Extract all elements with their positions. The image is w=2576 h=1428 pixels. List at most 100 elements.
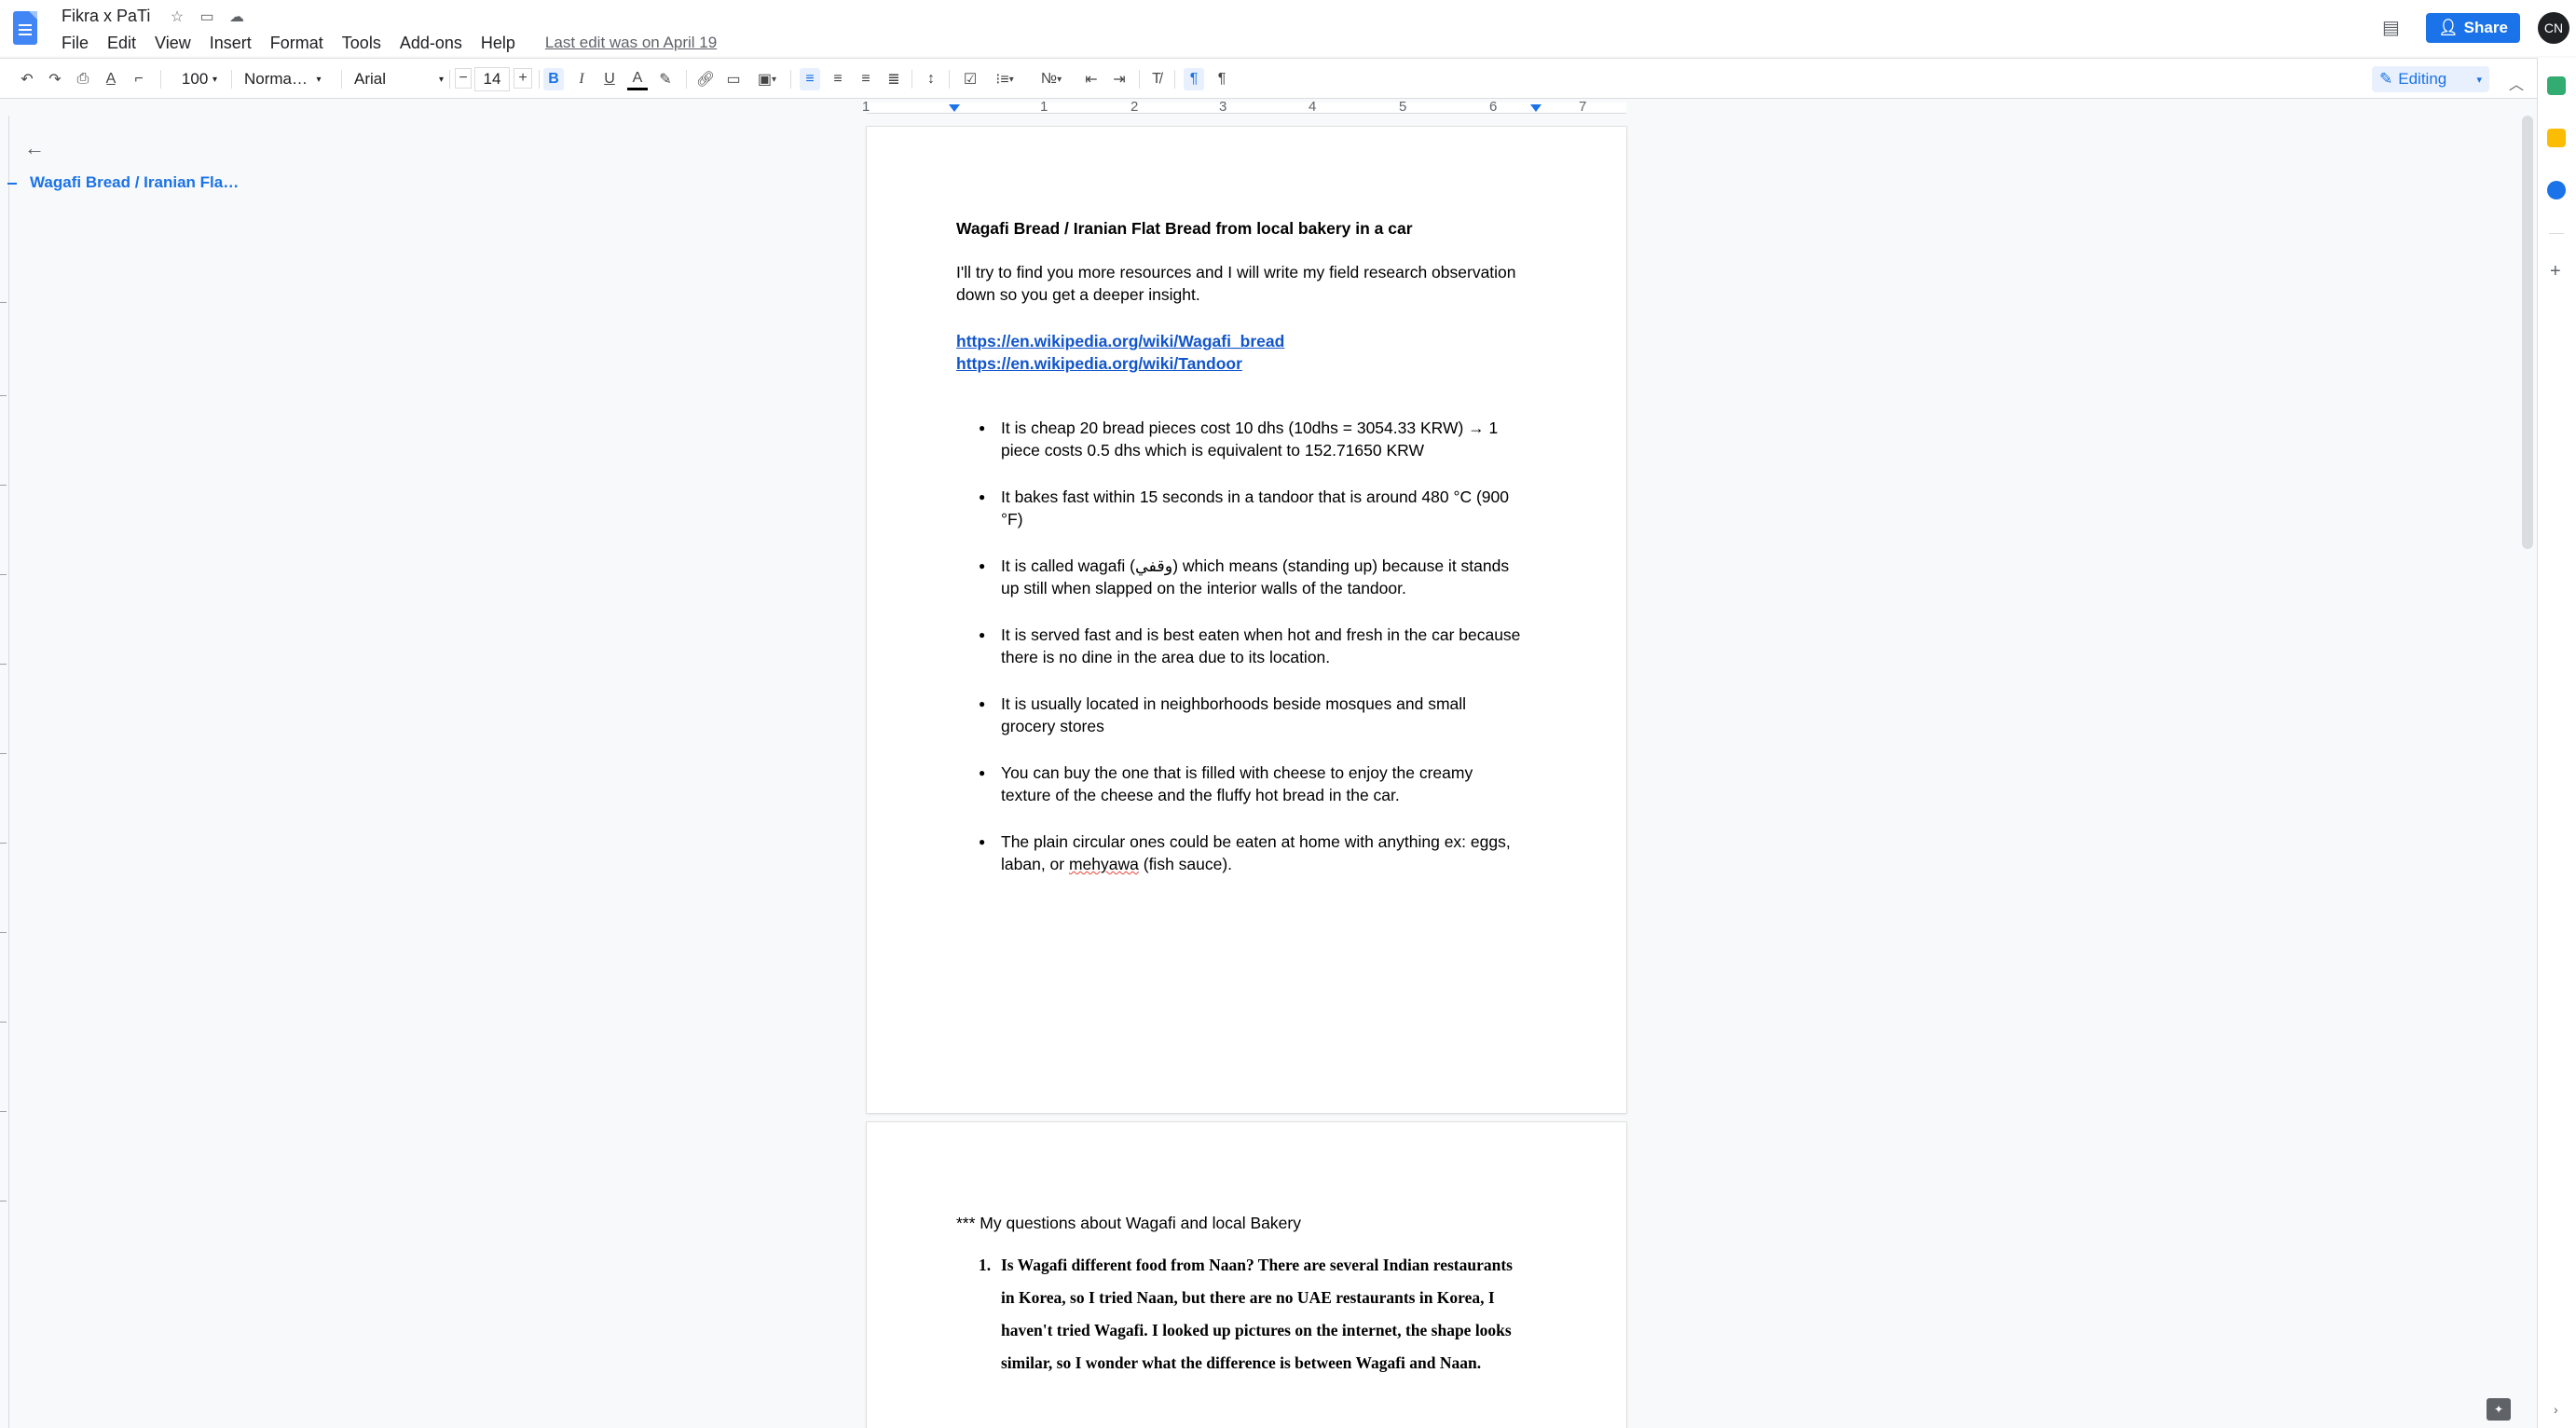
align-left-icon[interactable]: ≡ (800, 68, 820, 90)
star-icon[interactable]: ☆ (168, 7, 186, 26)
document-page-2[interactable]: *** My questions about Wagafi and local … (867, 1122, 1626, 1428)
image-icon[interactable]: ▣ ▾ (751, 68, 783, 90)
zoom-value: 100 (181, 70, 209, 88)
menu-tools[interactable]: Tools (342, 34, 390, 53)
bullet-line: The plain circular ones could be eaten a… (1001, 832, 1511, 851)
vertical-ruler[interactable] (0, 116, 9, 1428)
docs-logo-icon[interactable] (13, 11, 37, 45)
horizontal-ruler[interactable]: 1 1 2 3 4 5 6 7 (862, 99, 1626, 115)
intro-line: down so you get a deeper insight. (956, 285, 1200, 304)
spelling-error-word[interactable]: mehyawa (1069, 855, 1139, 873)
pencil-icon: ✎ (2379, 70, 2393, 88)
link-icon[interactable]: 🔗︎ (695, 68, 716, 90)
align-center-icon[interactable]: ≡ (828, 68, 848, 90)
line-spacing-icon[interactable]: ↕ (921, 68, 941, 90)
menu-edit[interactable]: Edit (107, 34, 144, 53)
side-panel: + (2537, 58, 2576, 1428)
menu-file[interactable]: File (62, 34, 97, 53)
print-icon[interactable]: ⎙ (73, 68, 93, 90)
numbered-list-icon[interactable]: № ▾ (1035, 68, 1068, 90)
share-button[interactable]: 👤︎ Share (2426, 13, 2520, 43)
zoom-select[interactable]: 100 ▾ (173, 68, 226, 90)
avatar[interactable]: CN (2538, 12, 2569, 44)
list-number: 1. (979, 1256, 992, 1274)
keep-icon[interactable] (2547, 129, 2566, 147)
align-right-icon[interactable]: ≡ (856, 68, 876, 90)
toolbar: ↶ ↷ ⎙ A̲ ⌐ 100 ▾ Norma… ▾ Arial ▾ − 14 + … (0, 58, 2554, 99)
bulleted-list-icon[interactable]: ⁝≡ ▾ (988, 68, 1021, 90)
style-select[interactable]: Norma… ▾ (244, 68, 334, 90)
intro-paragraph: I'll try to find you more resources and … (956, 261, 1516, 306)
ruler-number: 1 (1040, 99, 1048, 115)
menu-addons[interactable]: Add-ons (400, 34, 471, 53)
bullet-line: up still when slapped on the interior wa… (1001, 579, 1406, 597)
bullet-text: laban, or (1001, 855, 1069, 873)
menu-insert[interactable]: Insert (210, 34, 260, 53)
comment-icon[interactable]: ▭ (723, 68, 744, 90)
list-item: It is served fast and is best eaten when… (956, 624, 1553, 668)
document-page-1[interactable]: Wagafi Bread / Iranian Flat Bread from l… (867, 127, 1626, 1113)
redo-icon[interactable]: ↷ (45, 68, 65, 90)
style-value: Norma… (244, 70, 308, 88)
menu-help[interactable]: Help (481, 34, 524, 53)
ruler-number: 1 (862, 99, 870, 115)
menu-view[interactable]: View (155, 34, 199, 53)
get-addons-icon[interactable]: + (2550, 261, 2561, 282)
ruler-number: 6 (1489, 99, 1498, 115)
move-folder-icon[interactable]: ▭ (198, 7, 216, 26)
italic-icon[interactable]: I (571, 68, 592, 90)
calendar-icon[interactable] (2547, 76, 2566, 95)
clear-formatting-icon[interactable]: T̸ (1146, 68, 1167, 90)
outline-heading-item[interactable]: Wagafi Bread / Iranian Fla… (30, 173, 239, 192)
collapse-menus-icon[interactable]: ︿ (2509, 72, 2524, 94)
wagafi-wiki-link[interactable]: https://en.wikipedia.org/wiki/Wagafi_bre… (956, 330, 1284, 352)
explore-icon[interactable]: ✦ (2487, 1398, 2511, 1421)
increase-indent-icon[interactable]: ⇥ (1109, 68, 1130, 90)
vertical-scrollbar[interactable] (2522, 116, 2533, 549)
spellcheck-icon[interactable]: A̲ (101, 68, 121, 90)
undo-icon[interactable]: ↶ (17, 68, 37, 90)
editing-mode-select[interactable]: ✎ Editing ▾ (2372, 66, 2489, 92)
ltr-icon[interactable]: ¶ (1184, 68, 1204, 90)
increase-font-size-button[interactable]: + (514, 68, 532, 89)
right-indent-marker[interactable] (1530, 104, 1541, 112)
bullet-text: (fish sauce). (1138, 855, 1233, 873)
outline-back-arrow-icon[interactable]: ← (24, 136, 45, 160)
checklist-icon[interactable]: ☑ (960, 68, 980, 90)
bullet-line: You can buy the one that is filled with … (1001, 763, 1473, 782)
text-color-icon[interactable]: A (627, 68, 648, 90)
bullet-line: there is no dine in the area due to its … (1001, 648, 1331, 666)
paint-format-icon[interactable]: ⌐ (129, 68, 149, 90)
menu-bar: File Edit View Insert Format Tools Add-o… (62, 34, 717, 53)
document-title[interactable]: Fikra x PaTi (62, 7, 150, 26)
bullet-line: °F) (1001, 510, 1023, 529)
ruler-number: 5 (1399, 99, 1407, 115)
decrease-indent-icon[interactable]: ⇤ (1081, 68, 1102, 90)
list-item: The plain circular ones could be eaten a… (956, 831, 1553, 875)
bullet-line: piece costs 0.5 dhs which is equivalent … (1001, 441, 1424, 460)
menu-format[interactable]: Format (270, 34, 332, 53)
share-label: Share (2463, 19, 2508, 36)
font-size-input[interactable]: 14 (474, 67, 510, 91)
chevron-down-icon: ▾ (438, 74, 444, 85)
cloud-status-icon[interactable]: ☁ (227, 7, 246, 26)
question-line: Is Wagafi different food from Naan? Ther… (1001, 1256, 1513, 1274)
show-side-panel-icon[interactable]: › (2554, 1402, 2558, 1417)
underline-icon[interactable]: U (599, 68, 620, 90)
rtl-icon[interactable]: ¶ (1212, 68, 1232, 90)
left-indent-marker[interactable] (949, 104, 960, 112)
justify-icon[interactable]: ≣ (884, 68, 904, 90)
bold-icon[interactable]: B (543, 68, 564, 90)
editing-mode-label: Editing (2398, 70, 2447, 88)
bullet-line: It is called wagafi (وقفي) which means (… (1001, 556, 1510, 575)
list-item: 1. Is Wagafi different food from Naan? T… (956, 1249, 1553, 1380)
tandoor-wiki-link[interactable]: https://en.wikipedia.org/wiki/Tandoor (956, 352, 1284, 375)
comment-history-icon[interactable]: ▤ (2382, 16, 2405, 38)
tasks-icon[interactable] (2547, 181, 2566, 199)
bullet-line: grocery stores (1001, 717, 1104, 735)
decrease-font-size-button[interactable]: − (455, 68, 472, 89)
highlight-icon[interactable]: ✎ (655, 68, 676, 90)
last-edit-link[interactable]: Last edit was on April 19 (545, 34, 717, 53)
font-select[interactable]: Arial ▾ (354, 68, 444, 90)
list-item: It is called wagafi (وقفي) which means (… (956, 555, 1553, 599)
